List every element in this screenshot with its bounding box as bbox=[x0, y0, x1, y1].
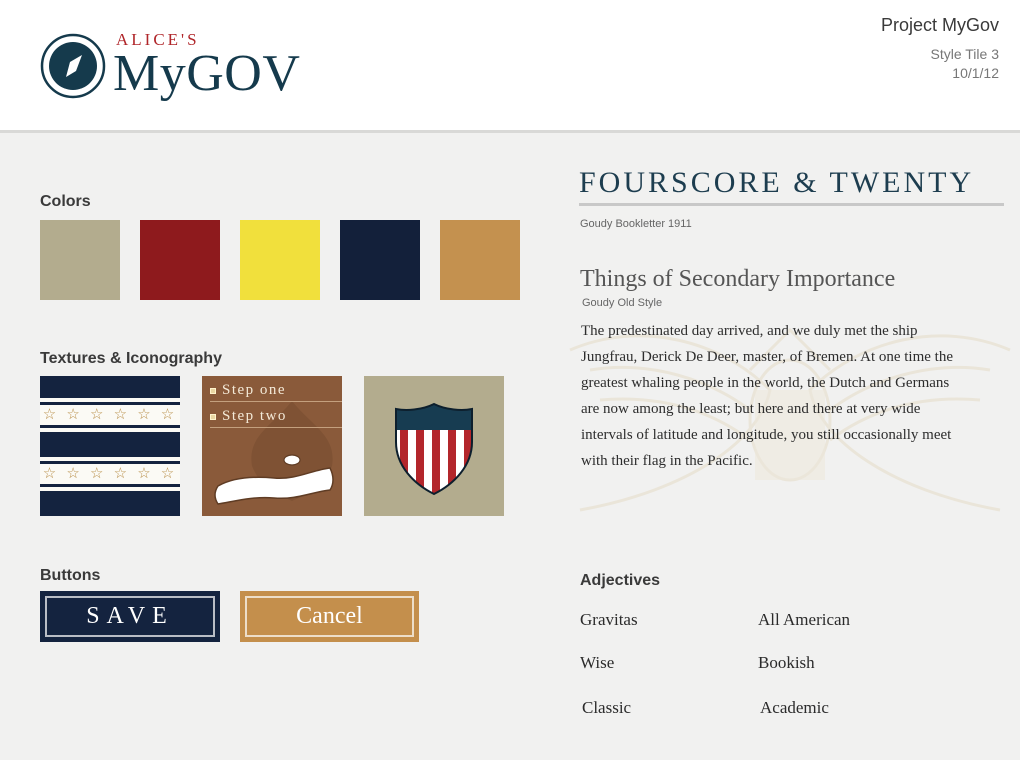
project-title: Project MyGov bbox=[880, 15, 999, 35]
body-line: greatest whaling people in the world, th… bbox=[581, 375, 950, 391]
color-swatch bbox=[340, 220, 420, 300]
subhead-font-label: Goudy Old Style bbox=[582, 297, 663, 309]
step-item: Step two bbox=[210, 404, 342, 428]
body-line: are now among the least; but here and th… bbox=[581, 401, 921, 417]
divider bbox=[579, 203, 1004, 206]
flag-texture: ☆ ☆ ☆ ☆ ☆ ☆ ☆ ☆ ☆ ☆ ☆ ☆ bbox=[40, 376, 180, 516]
date-label: 10/1/12 bbox=[952, 65, 999, 81]
banner-scroll-icon bbox=[214, 454, 334, 505]
adjective-item: Classic bbox=[582, 698, 632, 717]
stars-row: ☆ ☆ ☆ ☆ ☆ ☆ bbox=[42, 406, 178, 423]
adjective-item: Wise bbox=[580, 653, 615, 672]
bullet-icon bbox=[210, 413, 216, 420]
header: ALICE'S MyGOV Project MyGov Style Tile 3… bbox=[0, 0, 1020, 133]
color-swatch bbox=[40, 220, 120, 300]
step-item: Step one bbox=[210, 378, 342, 402]
headline-sample: FOURSCORE & TWENTY bbox=[579, 166, 975, 199]
adjective-item: Gravitas bbox=[580, 610, 638, 629]
logo-wordmark: MyGOV bbox=[113, 45, 301, 102]
body-line: with their flag in the Pacific. bbox=[581, 453, 753, 469]
style-tile-label: Style Tile 3 bbox=[930, 46, 999, 62]
stars-row: ☆ ☆ ☆ ☆ ☆ ☆ bbox=[42, 465, 178, 482]
body-line: intervals of latitude and longitude, you… bbox=[581, 427, 952, 443]
adjective-item: All American bbox=[758, 610, 851, 629]
color-swatch bbox=[240, 220, 320, 300]
buttons-heading: Buttons bbox=[40, 567, 101, 584]
textures-heading: Textures & Iconography bbox=[40, 350, 222, 367]
adjectives-heading: Adjectives bbox=[580, 572, 661, 589]
shield-icon bbox=[395, 402, 473, 496]
headline-font-label: Goudy Bookletter 1911 bbox=[580, 218, 692, 230]
adjective-item: Academic bbox=[760, 698, 829, 717]
steps-texture: Step one Step two bbox=[202, 376, 342, 516]
color-swatch bbox=[140, 220, 220, 300]
compass-icon bbox=[40, 33, 106, 99]
subhead-sample: Things of Secondary Importance bbox=[580, 266, 896, 292]
body-copy-sample: The predestinated day arrived, and we du… bbox=[581, 318, 991, 474]
shield-texture bbox=[364, 376, 504, 516]
save-button[interactable]: SAVE bbox=[40, 591, 220, 642]
body-line: The predestinated day arrived, and we du… bbox=[581, 323, 918, 339]
adjective-item: Bookish bbox=[758, 653, 815, 672]
cancel-button[interactable]: Cancel bbox=[240, 591, 419, 642]
color-swatch bbox=[440, 220, 520, 300]
colors-heading: Colors bbox=[40, 193, 91, 210]
body-line: Jungfrau, Derick De Deer, master, of Bre… bbox=[581, 349, 954, 365]
bullet-icon bbox=[210, 387, 216, 394]
